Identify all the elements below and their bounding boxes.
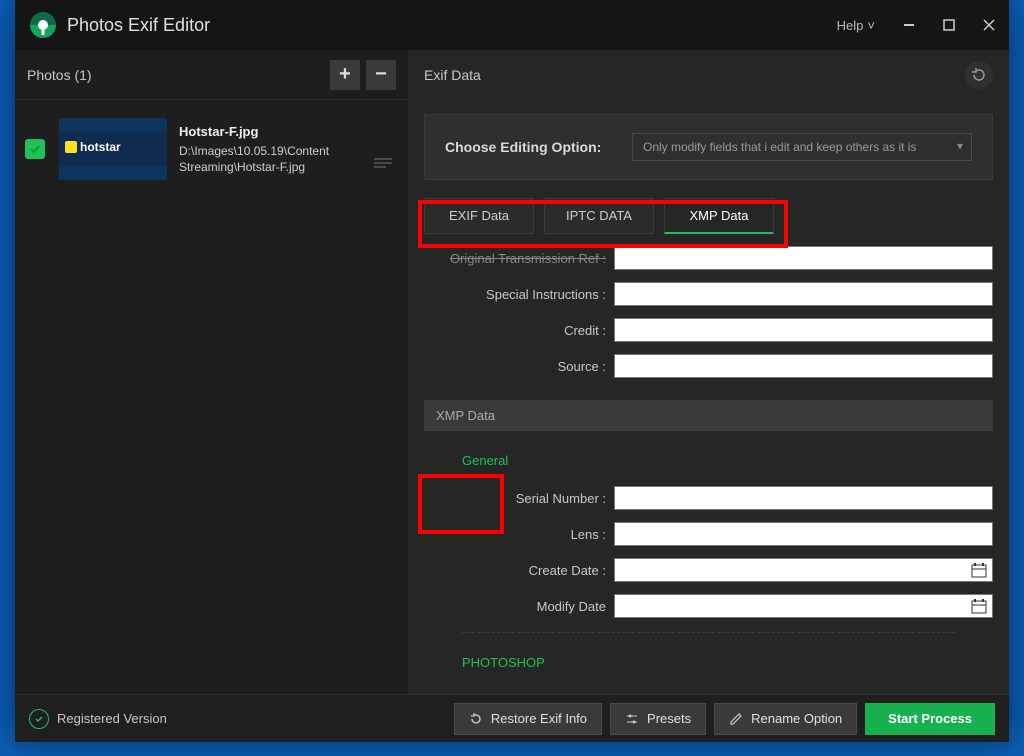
app-logo-icon bbox=[29, 11, 57, 39]
field-input-create-date[interactable] bbox=[614, 558, 993, 582]
refresh-button[interactable] bbox=[965, 61, 993, 89]
app-window: Photos Exif Editor Help ˅ Photos (1) + bbox=[15, 0, 1009, 742]
remove-photo-button[interactable]: − bbox=[366, 60, 396, 90]
restore-exif-button[interactable]: Restore Exif Info bbox=[454, 703, 602, 735]
field-label-special-instructions: Special Instructions : bbox=[424, 287, 614, 302]
rename-option-button[interactable]: Rename Option bbox=[714, 703, 857, 735]
pencil-icon bbox=[729, 712, 743, 726]
minimize-button[interactable] bbox=[889, 5, 929, 45]
tab-xmp[interactable]: XMP Data bbox=[664, 198, 774, 234]
field-label-credit: Credit : bbox=[424, 323, 614, 338]
tab-iptc[interactable]: IPTC DATA bbox=[544, 198, 654, 234]
registered-label: Registered Version bbox=[57, 711, 167, 726]
close-button[interactable] bbox=[969, 5, 1009, 45]
photo-path-line2: Streaming\Hotstar-F.jpg bbox=[179, 159, 329, 175]
editing-option-value: Only modify fields that i edit and keep … bbox=[643, 140, 916, 154]
titlebar: Photos Exif Editor Help ˅ bbox=[15, 0, 1009, 50]
calendar-icon[interactable] bbox=[970, 597, 988, 620]
start-process-button[interactable]: Start Process bbox=[865, 703, 995, 735]
exif-panel-title: Exif Data bbox=[424, 67, 695, 83]
presets-button[interactable]: Presets bbox=[610, 703, 706, 735]
photo-checkbox[interactable] bbox=[25, 139, 45, 159]
photo-path-line1: D:\Images\10.05.19\Content bbox=[179, 143, 329, 159]
field-label-lens: Lens : bbox=[424, 527, 614, 542]
exif-scroll-area: Choose Editing Option: Only modify field… bbox=[408, 100, 1009, 694]
field-label-modify-date: Modify Date bbox=[424, 599, 614, 614]
exif-panel: Exif Data Choose Editing Option: Only mo… bbox=[408, 50, 1009, 694]
restore-icon bbox=[469, 712, 483, 726]
main-columns: Photos (1) + − hotstar Hotstar-F.jp bbox=[15, 50, 1009, 694]
thumb-text: hotstar bbox=[80, 140, 121, 154]
photos-panel-header: Photos (1) + − bbox=[15, 50, 408, 100]
footer: Registered Version Restore Exif Info Pre… bbox=[15, 694, 1009, 742]
exif-panel-header: Exif Data bbox=[408, 50, 1009, 100]
field-input-original-transmission[interactable] bbox=[614, 246, 993, 270]
registered-status: Registered Version bbox=[29, 709, 167, 729]
photo-list-item[interactable]: hotstar Hotstar-F.jpg D:\Images\10.05.19… bbox=[15, 100, 408, 190]
sliders-icon bbox=[625, 712, 639, 726]
data-tabs: EXIF Data IPTC DATA XMP Data bbox=[424, 198, 993, 234]
chevron-down-icon: ˅ bbox=[867, 18, 875, 33]
photoshop-subheader: PHOTOSHOP bbox=[424, 633, 993, 676]
list-menu-icon[interactable] bbox=[368, 150, 398, 180]
presets-label: Presets bbox=[647, 711, 691, 726]
photos-panel: Photos (1) + − hotstar Hotstar-F.jp bbox=[15, 50, 408, 694]
start-label: Start Process bbox=[888, 711, 972, 726]
photos-panel-title: Photos (1) bbox=[27, 67, 324, 83]
field-label-serial: Serial Number : bbox=[424, 491, 614, 506]
editing-option-label: Choose Editing Option: bbox=[445, 139, 601, 155]
field-input-serial[interactable] bbox=[614, 486, 993, 510]
restore-label: Restore Exif Info bbox=[491, 711, 587, 726]
app-title: Photos Exif Editor bbox=[67, 15, 210, 36]
field-label-source: Source : bbox=[424, 359, 614, 374]
help-label: Help bbox=[837, 18, 864, 33]
editing-option-select[interactable]: Only modify fields that i edit and keep … bbox=[632, 133, 972, 161]
general-subheader: General bbox=[424, 431, 993, 474]
check-circle-icon bbox=[29, 709, 49, 729]
tab-exif[interactable]: EXIF Data bbox=[424, 198, 534, 234]
field-input-modify-date[interactable] bbox=[614, 594, 993, 618]
field-input-credit[interactable] bbox=[614, 318, 993, 342]
photo-filename: Hotstar-F.jpg bbox=[179, 123, 329, 141]
field-label-create-date: Create Date : bbox=[424, 563, 614, 578]
field-input-source[interactable] bbox=[614, 354, 993, 378]
rename-label: Rename Option bbox=[751, 711, 842, 726]
maximize-button[interactable] bbox=[929, 5, 969, 45]
photo-meta: Hotstar-F.jpg D:\Images\10.05.19\Content… bbox=[179, 123, 329, 175]
star-icon bbox=[65, 141, 77, 153]
calendar-icon[interactable] bbox=[970, 561, 988, 584]
editing-option-box: Choose Editing Option: Only modify field… bbox=[424, 114, 993, 180]
xmp-section-header: XMP Data bbox=[424, 400, 993, 431]
field-input-special-instructions[interactable] bbox=[614, 282, 993, 306]
field-input-lens[interactable] bbox=[614, 522, 993, 546]
titlebar-controls: Help ˅ bbox=[823, 0, 1009, 50]
app-logo-wrap: Photos Exif Editor bbox=[29, 11, 210, 39]
photo-thumbnail: hotstar bbox=[59, 118, 167, 180]
add-photo-button[interactable]: + bbox=[330, 60, 360, 90]
help-menu[interactable]: Help ˅ bbox=[823, 18, 889, 33]
field-label-original-transmission: Original Transmission Ref : bbox=[424, 251, 614, 266]
